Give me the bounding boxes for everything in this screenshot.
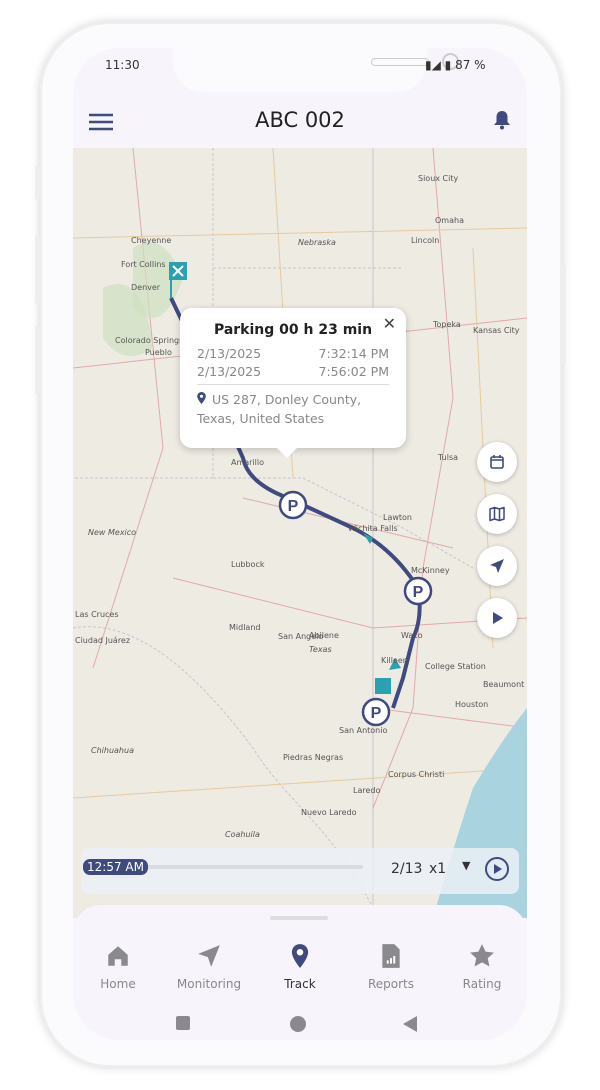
map-label: Tulsa — [438, 453, 459, 462]
app-header: ABC 002 — [73, 100, 527, 148]
recent-apps-button[interactable] — [176, 1016, 190, 1030]
location-pin-icon — [291, 944, 309, 968]
report-icon — [382, 944, 400, 968]
play-circle-icon[interactable] — [484, 856, 510, 882]
svg-text:P: P — [288, 498, 299, 515]
playback-position: 2/13 — [391, 861, 423, 877]
battery-level: 87 % — [455, 58, 486, 72]
map-label: Wichita Falls — [348, 524, 398, 533]
nav-rating[interactable]: Rating — [437, 943, 527, 991]
nav-label: Home — [100, 977, 136, 991]
playback-slider[interactable] — [143, 865, 363, 869]
playback-bar: 12:57 AM 2/13 x1 ▼ — [81, 848, 519, 894]
page-title: ABC 002 — [255, 108, 345, 132]
power-button — [561, 265, 566, 365]
map-label: Amarillo — [231, 458, 265, 467]
map-label: Colorado Springs — [115, 336, 184, 345]
parking-marker[interactable]: P — [403, 576, 433, 606]
start-time: 7:32:14 PM — [318, 346, 389, 361]
parking-marker[interactable]: P — [361, 697, 391, 727]
map-label: Fort Collins — [121, 260, 166, 269]
drag-handle[interactable] — [270, 916, 328, 920]
nav-track[interactable]: Track — [255, 943, 345, 991]
calendar-button[interactable] — [477, 442, 517, 482]
nav-label: Monitoring — [176, 977, 242, 991]
start-date: 2/13/2025 — [197, 346, 262, 361]
map-label: Waco — [401, 631, 423, 640]
map-label: Corpus Christi — [388, 770, 445, 779]
map-label: Midland — [229, 623, 261, 632]
playback-time[interactable]: 12:57 AM — [83, 859, 148, 875]
side-button — [35, 165, 40, 200]
parking-popup: Parking 00 h 23 min ✕ 2/13/2025 7:32:14 … — [180, 308, 406, 458]
screen: P P P Sioux City Nebraska Omaha Lincoln … — [73, 48, 527, 1040]
map-label: College Station — [425, 662, 486, 671]
map-label: Nebraska — [298, 238, 336, 247]
back-button[interactable] — [403, 1016, 417, 1032]
map-icon — [489, 506, 505, 522]
status-icons: ▮◢ ▮ 87 % — [425, 58, 486, 72]
calendar-icon — [490, 455, 504, 469]
nav-label: Rating — [462, 977, 502, 991]
map-label: Cheyenne — [131, 236, 172, 245]
side-button — [35, 235, 40, 305]
map-label: Coahuila — [225, 830, 260, 839]
map-label: Omaha — [435, 216, 464, 225]
end-time: 7:56:02 PM — [318, 364, 389, 379]
nav-label: Reports — [367, 977, 415, 991]
speed-dropdown-icon[interactable]: ▼ — [462, 859, 470, 872]
bell-icon[interactable] — [493, 110, 511, 130]
star-icon — [470, 944, 494, 967]
navigation-icon — [490, 559, 504, 573]
map-label: Nuevo Laredo — [301, 808, 357, 817]
map-label: New Mexico — [88, 528, 137, 537]
map-label: Laredo — [353, 786, 381, 795]
map-layers-button[interactable] — [477, 494, 517, 534]
notch — [173, 48, 459, 92]
map-label: Lincoln — [411, 236, 440, 245]
map-label: McKinney — [411, 566, 450, 575]
map-label: Denver — [131, 283, 161, 292]
map[interactable]: P P P Sioux City Nebraska Omaha Lincoln … — [73, 148, 527, 918]
nav-monitoring[interactable]: Monitoring — [164, 943, 254, 991]
close-icon[interactable]: ✕ — [383, 314, 396, 333]
nav-reports[interactable]: Reports — [346, 943, 436, 991]
map-label: San Angelo — [278, 632, 324, 641]
nav-home[interactable]: Home — [73, 943, 163, 991]
home-system-button[interactable] — [290, 1016, 306, 1032]
map-label: Houston — [455, 700, 489, 709]
map-label: Lubbock — [231, 560, 265, 569]
popup-title: Parking 00 h 23 min — [213, 322, 373, 338]
map-label: Ciudad Juárez — [75, 636, 131, 645]
map-label: Kansas City — [473, 326, 520, 335]
nav-label: Track — [284, 977, 316, 991]
end-date: 2/13/2025 — [197, 364, 262, 379]
play-icon — [493, 612, 503, 624]
map-label: San Antonio — [339, 726, 388, 735]
bottom-navigation: Home Monitoring Track Reports Rating — [73, 905, 527, 1040]
map-label: Chihuahua — [91, 746, 134, 755]
map-label: Sioux City — [418, 174, 459, 183]
svg-text:P: P — [371, 705, 382, 722]
navigation-icon — [198, 945, 220, 967]
map-label: Beaumont — [483, 680, 525, 689]
locate-button[interactable] — [477, 546, 517, 586]
popup-address: US 287, Donley County, Texas, United Sta… — [197, 392, 362, 426]
map-label: Killeen — [381, 656, 408, 665]
svg-text:P: P — [413, 584, 424, 601]
map-label: Piedras Negras — [283, 753, 344, 762]
home-icon — [108, 946, 128, 966]
map-label: Lawton — [383, 513, 413, 522]
parking-marker[interactable]: P — [278, 490, 308, 520]
map-label: Las Cruces — [75, 610, 119, 619]
side-button — [35, 325, 40, 395]
playback-speed[interactable]: x1 — [429, 861, 446, 877]
map-label: Pueblo — [145, 348, 172, 357]
status-time: 11:30 — [105, 58, 140, 72]
play-route-button[interactable] — [477, 598, 517, 638]
map-label: Texas — [309, 645, 332, 654]
map-label: Topeka — [433, 320, 461, 329]
divider — [197, 384, 389, 385]
